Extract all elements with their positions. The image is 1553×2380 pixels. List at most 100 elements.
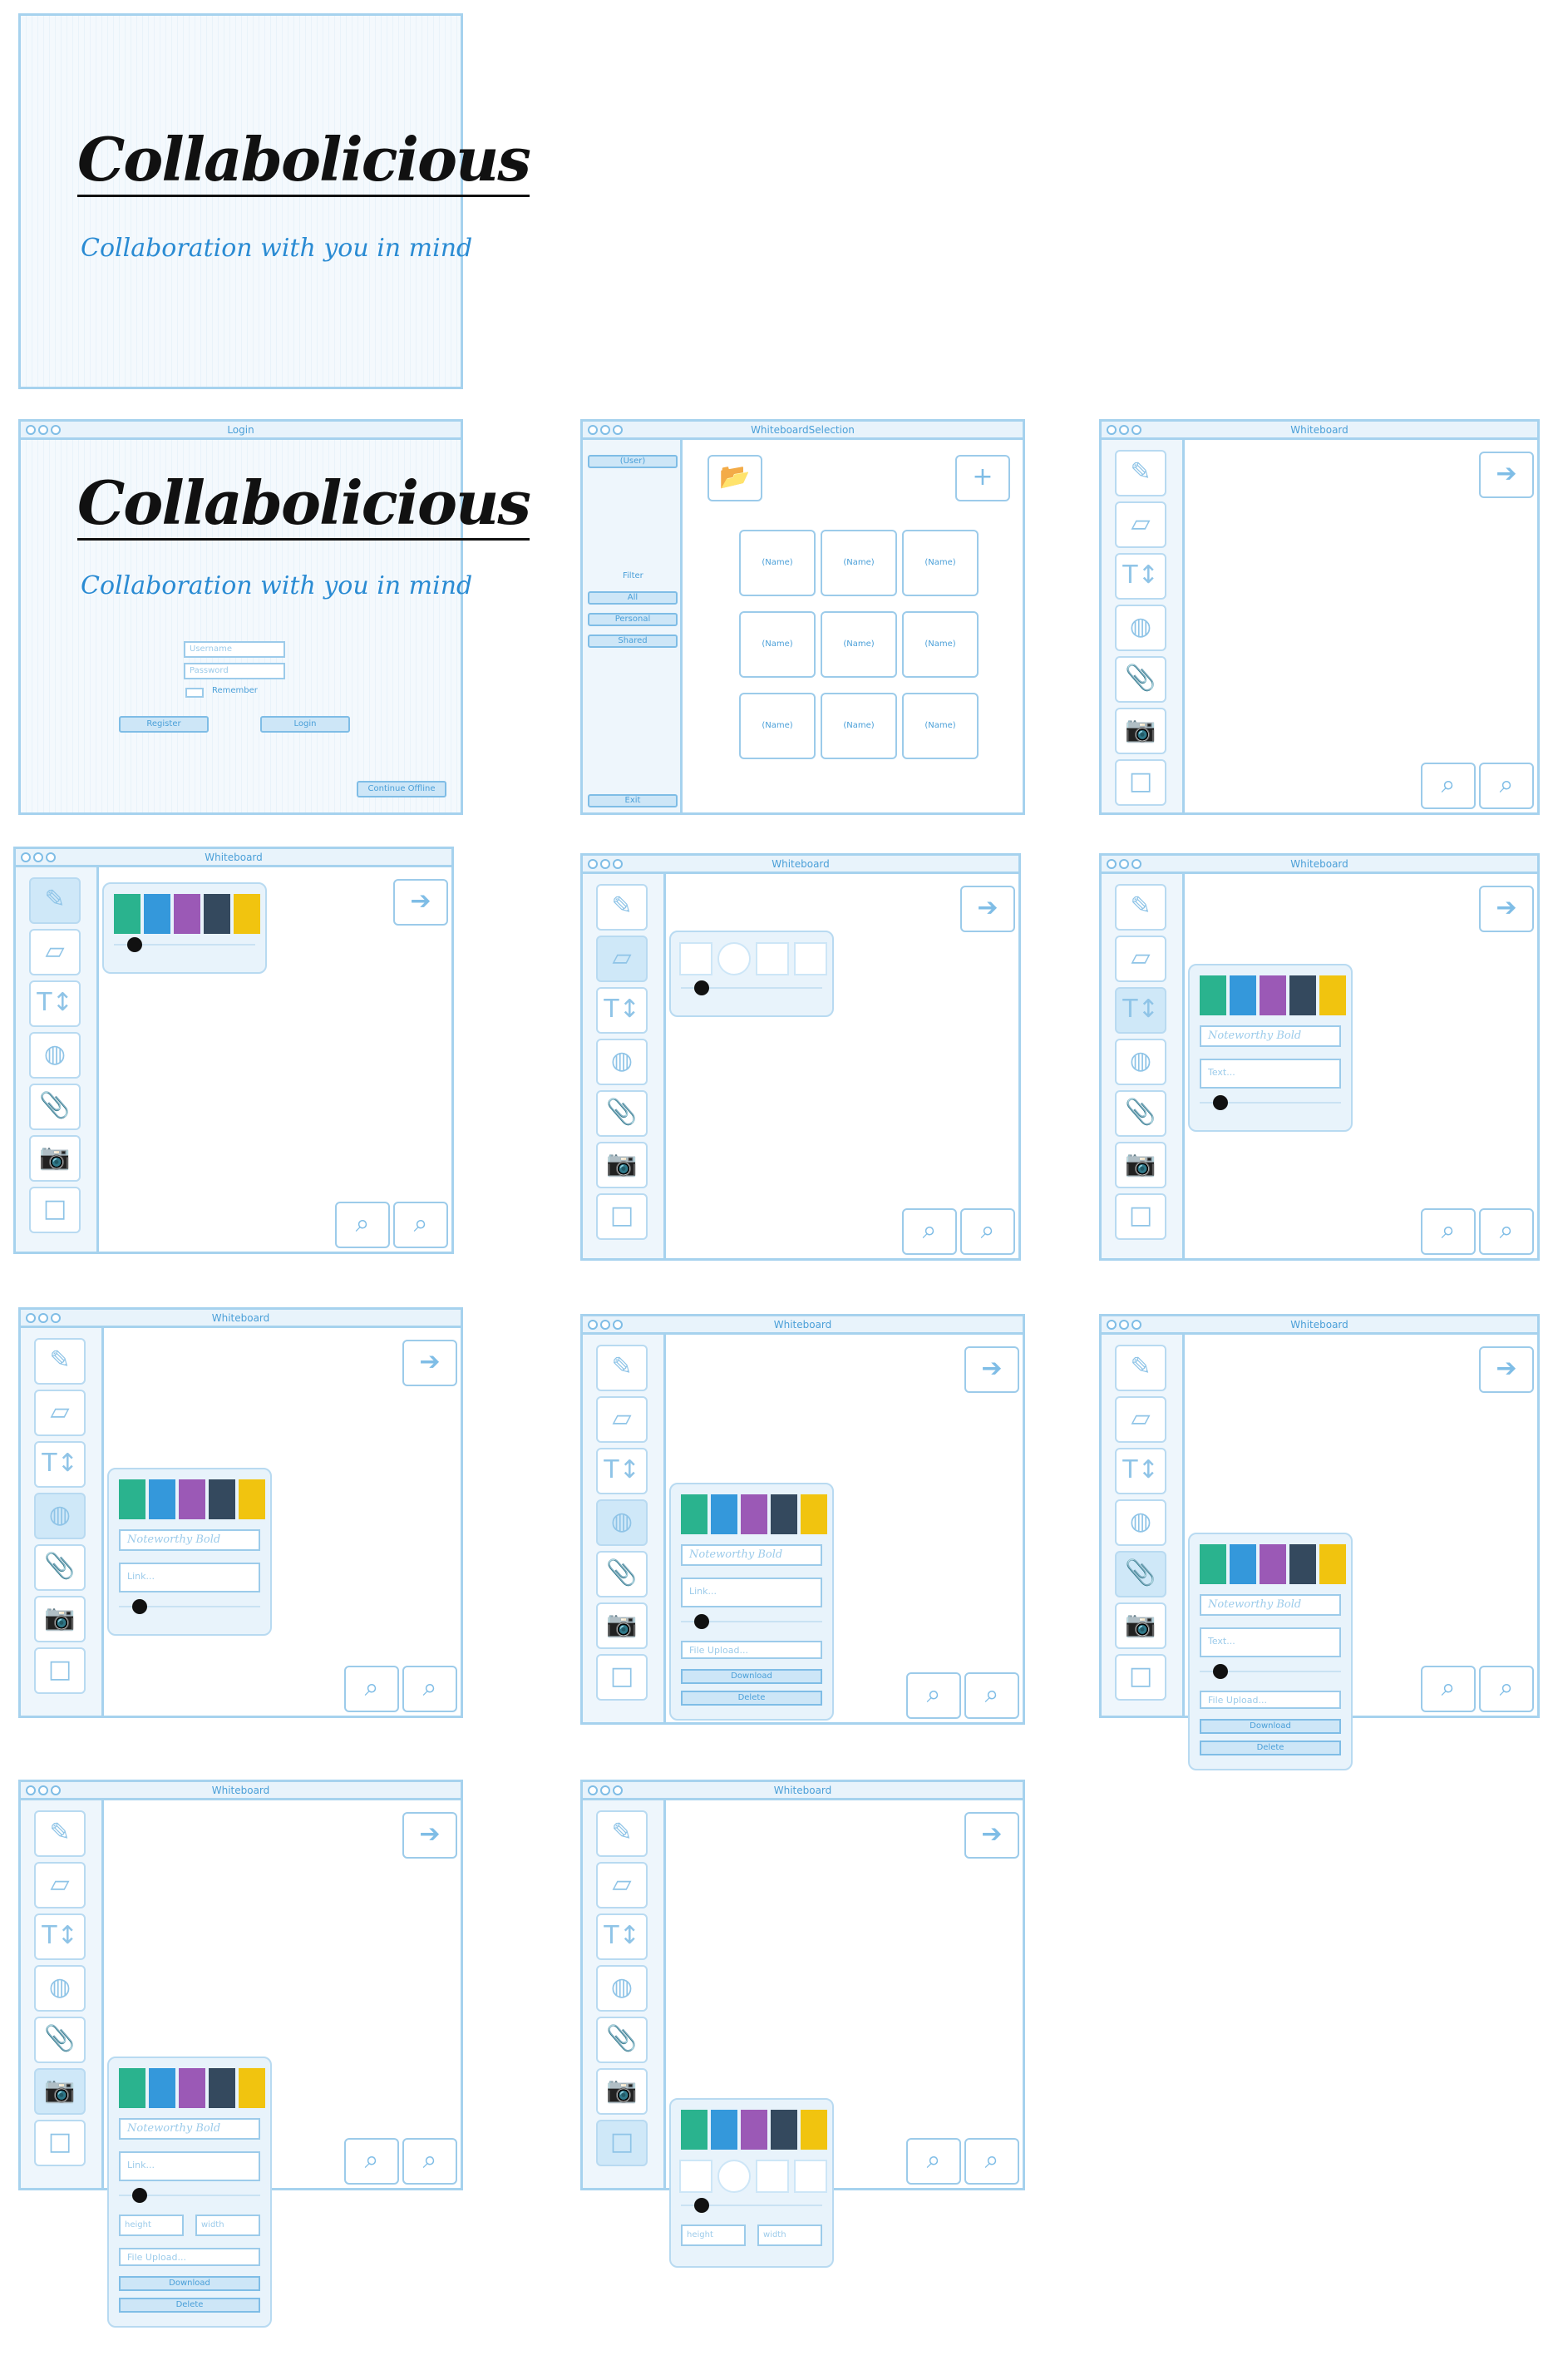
color-swatch[interactable] (711, 2110, 737, 2150)
color-swatch[interactable] (114, 894, 141, 934)
color-swatch[interactable] (801, 1494, 827, 1534)
color-swatch[interactable] (209, 2068, 235, 2108)
camera-icon[interactable]: 📷 (1115, 1142, 1166, 1188)
globe-icon[interactable]: ◍ (34, 1965, 86, 2012)
globe-icon[interactable]: ◍ (596, 1965, 648, 2012)
zoom-out-icon[interactable]: ⌕ (1479, 1208, 1534, 1255)
zoom-in-icon[interactable]: ⌕ (1421, 1666, 1476, 1712)
color-swatch[interactable] (1289, 1544, 1316, 1584)
globe-icon[interactable]: ◍ (1115, 1039, 1166, 1085)
font-select[interactable]: Noteworthy Bold (1200, 1025, 1341, 1047)
color-swatch[interactable] (239, 1479, 265, 1519)
password-input[interactable]: Password (184, 663, 285, 679)
globe-icon[interactable]: ◍ (1115, 1499, 1166, 1546)
text-icon[interactable]: T↕ (596, 1448, 648, 1494)
eraser-icon[interactable]: ▱ (34, 1390, 86, 1436)
paperclip-icon[interactable]: 📎 (34, 2017, 86, 2063)
height-input[interactable]: height (119, 2215, 184, 2236)
download-button[interactable]: Download (1200, 1719, 1341, 1734)
zoom-out-icon[interactable]: ⌕ (402, 1666, 457, 1712)
camera-icon[interactable]: 📷 (34, 1596, 86, 1642)
square-icon[interactable]: □ (29, 1187, 81, 1233)
size-slider[interactable] (681, 980, 822, 995)
exit-icon[interactable]: ➔ (402, 1340, 457, 1386)
font-select[interactable]: Noteworthy Bold (119, 1529, 260, 1551)
slider-thumb[interactable] (132, 1599, 147, 1614)
width-input[interactable]: width (757, 2224, 822, 2246)
color-swatch[interactable] (204, 894, 230, 934)
pentagon-shape[interactable] (794, 2160, 827, 2193)
paperclip-icon[interactable]: 📎 (1115, 656, 1166, 703)
exit-icon[interactable]: ➔ (1479, 452, 1534, 498)
square-shape[interactable] (756, 2160, 789, 2193)
globe-icon[interactable]: ◍ (29, 1032, 81, 1079)
zoom-in-icon[interactable]: ⌕ (906, 2138, 961, 2185)
camera-icon[interactable]: 📷 (29, 1135, 81, 1182)
whiteboard-tile[interactable]: (Name) (739, 530, 816, 596)
paperclip-icon[interactable]: 📎 (29, 1084, 81, 1130)
window-controls[interactable] (588, 1320, 623, 1330)
whiteboard-tile[interactable]: (Name) (821, 530, 897, 596)
pencil-icon[interactable]: ✎ (1115, 450, 1166, 496)
width-input[interactable]: width (195, 2215, 260, 2236)
text-icon[interactable]: T↕ (34, 1913, 86, 1960)
color-swatch[interactable] (801, 2110, 827, 2150)
whiteboard-tile[interactable]: (Name) (739, 693, 816, 759)
exit-icon[interactable]: ➔ (964, 1346, 1019, 1393)
square-icon[interactable]: □ (34, 1647, 86, 1694)
zoom-out-icon[interactable]: ⌕ (1479, 763, 1534, 809)
camera-icon[interactable]: 📷 (34, 2068, 86, 2115)
camera-icon[interactable]: 📷 (1115, 708, 1166, 754)
continue-offline-button[interactable]: Continue Offline (357, 781, 446, 797)
zoom-out-icon[interactable]: ⌕ (964, 1672, 1019, 1719)
whiteboard-tile[interactable]: (Name) (902, 530, 979, 596)
color-swatch[interactable] (771, 1494, 797, 1534)
size-slider[interactable] (1200, 1664, 1341, 1679)
window-controls[interactable] (1107, 859, 1141, 869)
size-slider[interactable] (681, 2198, 822, 2213)
exit-icon[interactable]: ➔ (1479, 1346, 1534, 1393)
paperclip-icon[interactable]: 📎 (1115, 1090, 1166, 1137)
slider-thumb[interactable] (694, 2198, 709, 2213)
camera-icon[interactable]: 📷 (1115, 1602, 1166, 1649)
filter-all-button[interactable]: All (588, 591, 678, 605)
font-select[interactable]: Noteworthy Bold (1200, 1594, 1341, 1616)
square-icon[interactable]: □ (596, 2120, 648, 2166)
window-controls[interactable] (26, 425, 61, 435)
download-button[interactable]: Download (681, 1669, 822, 1684)
text-icon[interactable]: T↕ (596, 987, 648, 1034)
user-button[interactable]: (User) (588, 455, 678, 468)
globe-icon[interactable]: ◍ (34, 1493, 86, 1539)
color-swatch[interactable] (741, 2110, 767, 2150)
file-upload-input[interactable]: File Upload... (1200, 1691, 1341, 1709)
window-controls[interactable] (26, 1785, 61, 1795)
pencil-icon[interactable]: ✎ (1115, 884, 1166, 931)
color-swatch[interactable] (1260, 1544, 1286, 1584)
text-icon[interactable]: T↕ (29, 980, 81, 1027)
window-controls[interactable] (588, 425, 623, 435)
add-icon[interactable]: + (955, 455, 1010, 501)
color-swatch[interactable] (179, 2068, 205, 2108)
paperclip-icon[interactable]: 📎 (34, 1544, 86, 1591)
whiteboard-tile[interactable]: (Name) (739, 611, 816, 678)
slider-thumb[interactable] (132, 2188, 147, 2203)
font-select[interactable]: Noteworthy Bold (681, 1544, 822, 1566)
color-swatch[interactable] (179, 1479, 205, 1519)
color-swatch[interactable] (119, 2068, 145, 2108)
file-upload-input[interactable]: File Upload... (119, 2248, 260, 2266)
paperclip-icon[interactable]: 📎 (596, 2017, 648, 2063)
zoom-in-icon[interactable]: ⌕ (344, 2138, 399, 2185)
zoom-out-icon[interactable]: ⌕ (1479, 1666, 1534, 1712)
filter-shared-button[interactable]: Shared (588, 635, 678, 648)
color-swatch[interactable] (1319, 1544, 1346, 1584)
color-swatch[interactable] (681, 2110, 707, 2150)
text-icon[interactable]: T↕ (1115, 1448, 1166, 1494)
whiteboard-tile[interactable]: (Name) (821, 611, 897, 678)
rect-shape[interactable] (679, 942, 712, 975)
color-swatch[interactable] (239, 2068, 265, 2108)
login-button[interactable]: Login (260, 716, 350, 733)
paperclip-icon[interactable]: 📎 (596, 1551, 648, 1597)
size-slider[interactable] (119, 2188, 260, 2203)
color-swatch[interactable] (209, 1479, 235, 1519)
font-select[interactable]: Noteworthy Bold (119, 2118, 260, 2140)
